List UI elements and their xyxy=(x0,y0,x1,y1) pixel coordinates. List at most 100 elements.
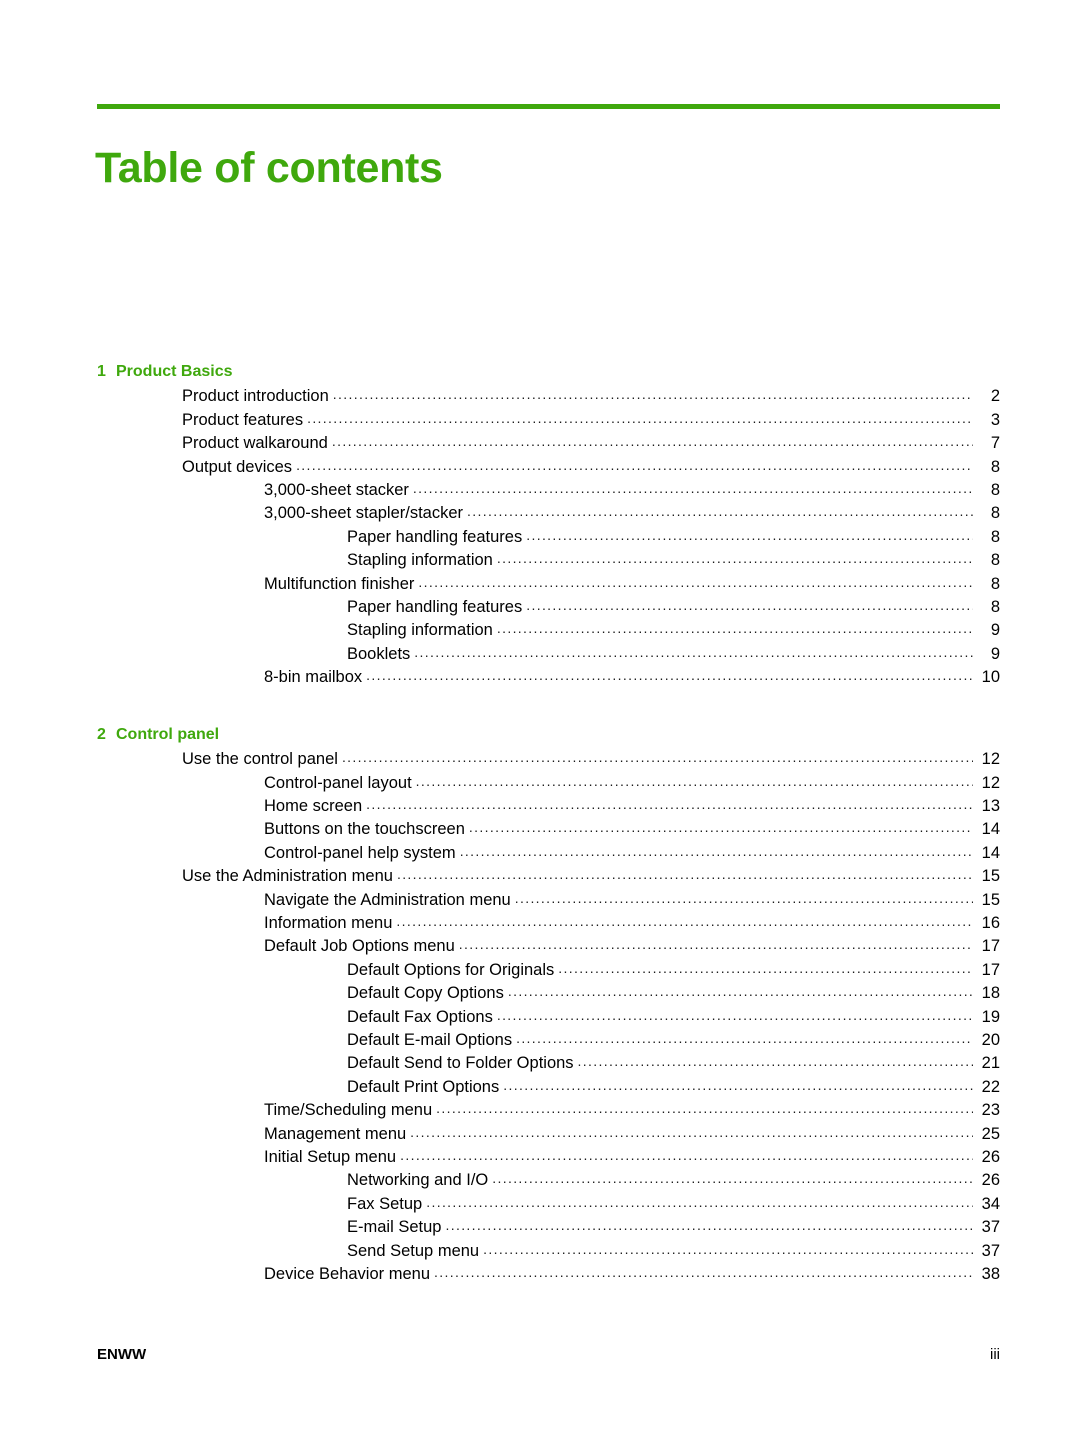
toc-entry[interactable]: Stapling information 9 xyxy=(347,619,1080,642)
toc-entry-label: Buttons on the touchscreen xyxy=(264,820,465,839)
toc-entry[interactable]: Control-panel layout 12 xyxy=(264,772,1080,795)
toc-dot-leader xyxy=(578,1052,973,1068)
toc-entry[interactable]: Send Setup menu 37 xyxy=(347,1240,1080,1263)
toc-dot-leader xyxy=(497,549,973,565)
toc-entry-label: 3,000-sheet stapler/stacker xyxy=(264,504,464,523)
toc-chapter: 1Product BasicsProduct introduction2Prod… xyxy=(0,360,1080,690)
toc-entry[interactable]: Default Send to Folder Options 21 xyxy=(347,1052,1080,1075)
toc-entry-page-number: 15 xyxy=(981,890,1000,909)
toc-entry-page-number: 18 xyxy=(981,984,1000,1003)
toc-dot-leader xyxy=(558,959,973,975)
toc-entry[interactable]: 3,000-sheet stapler/stacker 8 xyxy=(264,502,1080,525)
toc-entry-label: Output devices xyxy=(182,457,293,476)
toc-dot-leader xyxy=(413,479,973,495)
toc-entry[interactable]: Default Fax Options 19 xyxy=(347,1006,1080,1029)
toc-entry[interactable]: Default Print Options 22 xyxy=(347,1076,1080,1099)
toc-dot-leader xyxy=(467,502,973,518)
toc-entry-label: E-mail Setup xyxy=(347,1218,442,1237)
toc-entry-page-number: 15 xyxy=(981,867,1000,886)
toc-dot-leader xyxy=(414,643,973,659)
toc-entry[interactable]: E-mail Setup 37 xyxy=(347,1216,1080,1239)
toc-entry-page-number: 16 xyxy=(981,913,1000,932)
toc-entry-page-number: 8 xyxy=(990,504,1000,523)
toc-entry[interactable]: Time/Scheduling menu 23 xyxy=(264,1099,1080,1122)
toc-entry[interactable]: 8-bin mailbox 10 xyxy=(264,666,1080,689)
toc-dot-leader xyxy=(426,1193,973,1209)
toc-entry-label: Paper handling features xyxy=(347,598,523,617)
toc-entry-label: Stapling information xyxy=(347,621,493,640)
toc-entry[interactable]: Paper handling features 8 xyxy=(347,596,1080,619)
toc-dot-leader xyxy=(342,748,973,764)
title-rule xyxy=(97,104,1000,109)
toc-entry[interactable]: Device Behavior menu 38 xyxy=(264,1263,1080,1286)
toc-entry[interactable]: Networking and I/O 26 xyxy=(347,1169,1080,1192)
toc-dot-leader xyxy=(492,1169,973,1185)
toc-entry[interactable]: Output devices 8 xyxy=(182,456,1080,479)
toc-entry-page-number: 26 xyxy=(981,1148,1000,1166)
toc-entry-page-number: 2 xyxy=(990,387,1000,406)
toc-dot-leader xyxy=(410,1123,973,1139)
page-title: Table of contents xyxy=(95,143,443,192)
toc-dot-leader xyxy=(503,1076,973,1092)
toc-entry-page-number: 14 xyxy=(981,843,1000,862)
toc-entry-page-number: 21 xyxy=(981,1054,1000,1073)
toc-entry[interactable]: Information menu 16 xyxy=(264,912,1080,935)
toc-entry[interactable]: 3,000-sheet stacker 8 xyxy=(264,479,1080,502)
toc-entry-page-number: 8 xyxy=(990,551,1000,570)
footer-left-label: ENWW xyxy=(97,1346,147,1363)
toc-dot-leader xyxy=(460,842,973,858)
toc-dot-leader xyxy=(445,1216,973,1232)
toc-entry-label: 8-bin mailbox xyxy=(264,668,363,687)
toc-entry-page-number: 20 xyxy=(981,1030,1000,1049)
toc-entry[interactable]: Buttons on the touchscreen 14 xyxy=(264,818,1080,841)
toc-dot-leader xyxy=(508,982,973,998)
toc-entry[interactable]: Booklets 9 xyxy=(347,643,1080,666)
toc-entry-page-number: 8 xyxy=(990,457,1000,476)
toc-entry[interactable]: Product walkaround 7 xyxy=(182,432,1080,455)
toc-entry[interactable]: Management menu 25 xyxy=(264,1123,1080,1146)
toc-dot-leader xyxy=(366,666,973,682)
toc-entry[interactable]: Product features 3 xyxy=(182,409,1080,432)
toc-entry[interactable]: Initial Setup menu 26 xyxy=(264,1146,1080,1169)
toc-entry-label: Device Behavior menu xyxy=(264,1265,430,1284)
toc-entry-label: 3,000-sheet stacker xyxy=(264,481,409,500)
toc-entry[interactable]: Multifunction finisher 8 xyxy=(264,573,1080,596)
toc-entry-page-number: 13 xyxy=(981,796,1000,815)
toc-chapter-heading[interactable]: 2 Control panel xyxy=(97,723,1080,746)
toc-dot-leader xyxy=(366,795,973,811)
toc-entry-page-number: 7 xyxy=(990,434,1000,453)
toc-dot-leader xyxy=(418,573,973,589)
toc-entry[interactable]: Product introduction 2 xyxy=(182,385,1080,408)
toc-entry[interactable]: Navigate the Administration menu 15 xyxy=(264,889,1080,912)
toc-entry[interactable]: Use the Administration menu 15 xyxy=(182,865,1080,888)
toc-entry[interactable]: Home screen 13 xyxy=(264,795,1080,818)
toc-entry[interactable]: Fax Setup 34 xyxy=(347,1193,1080,1216)
toc-entry-label: Send Setup menu xyxy=(347,1241,480,1260)
toc-entry-list: Product introduction2Product features3Pr… xyxy=(0,385,1080,689)
toc-dot-leader xyxy=(416,772,973,788)
toc-dot-leader xyxy=(397,865,973,881)
toc-entry-page-number: 17 xyxy=(981,960,1000,979)
toc-entry-page-number: 26 xyxy=(981,1171,1000,1190)
toc-entry-page-number: 9 xyxy=(990,621,1000,640)
toc-entry[interactable]: Paper handling features 8 xyxy=(347,526,1080,549)
toc-entry[interactable]: Use the control panel 12 xyxy=(182,748,1080,771)
toc-entry-page-number: 9 xyxy=(990,644,1000,663)
toc-entry-page-number: 22 xyxy=(981,1077,1000,1096)
toc-dot-leader xyxy=(296,456,973,472)
toc-dot-leader xyxy=(497,1006,973,1022)
toc-entry-label: Default Options for Originals xyxy=(347,960,555,979)
toc-entry[interactable]: Default E-mail Options 20 xyxy=(347,1029,1080,1052)
toc-entry-page-number: 8 xyxy=(990,527,1000,546)
toc-entry-page-number: 14 xyxy=(981,820,1000,839)
toc-entry-label: Default Print Options xyxy=(347,1077,500,1096)
toc-entry[interactable]: Default Job Options menu 17 xyxy=(264,935,1080,958)
toc-entry[interactable]: Stapling information 8 xyxy=(347,549,1080,572)
toc-entry[interactable]: Control-panel help system 14 xyxy=(264,842,1080,865)
toc-entry[interactable]: Default Copy Options 18 xyxy=(347,982,1080,1005)
toc-chapter-heading[interactable]: 1 Product Basics xyxy=(97,360,1080,383)
table-of-contents: 1Product BasicsProduct introduction2Prod… xyxy=(0,360,1080,1286)
toc-entry-label: Fax Setup xyxy=(347,1194,423,1213)
toc-entry-page-number: 34 xyxy=(981,1194,1000,1213)
toc-entry[interactable]: Default Options for Originals 17 xyxy=(347,959,1080,982)
